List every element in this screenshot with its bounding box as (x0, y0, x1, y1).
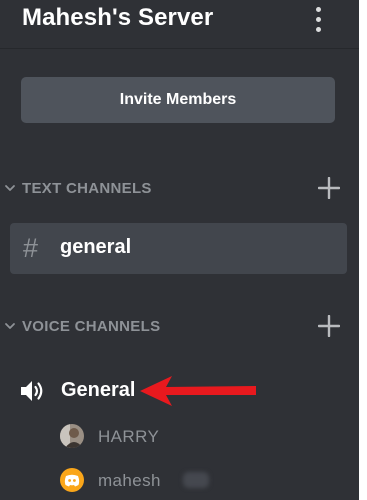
plus-icon[interactable] (318, 315, 340, 337)
discord-logo-avatar (60, 468, 84, 492)
header-divider (0, 48, 359, 49)
voice-user-name: mahesh (98, 471, 161, 490)
avatar (60, 424, 84, 448)
voice-channel-name: General (61, 379, 136, 401)
category-label: TEXT CHANNELS (22, 180, 152, 197)
speaker-icon (21, 381, 43, 401)
plus-icon[interactable] (318, 177, 340, 199)
category-voice-channels[interactable]: VOICE CHANNELS (0, 314, 359, 340)
voice-user-harry[interactable]: HARRY (60, 424, 310, 450)
channel-general[interactable]: # general (10, 223, 347, 274)
blurred-name-segment (183, 472, 209, 488)
chevron-down-icon (5, 323, 15, 329)
hash-icon: # (23, 233, 39, 263)
chevron-down-icon (5, 185, 15, 191)
kebab-menu-icon[interactable] (314, 7, 324, 33)
category-label: VOICE CHANNELS (22, 318, 161, 335)
server-title[interactable]: Mahesh's Server (22, 4, 213, 32)
channel-name: general (60, 236, 132, 258)
voice-user-name: HARRY (98, 427, 160, 446)
invite-members-button[interactable]: Invite Members (21, 77, 335, 123)
channel-sidebar: Mahesh's Server Invite Members TEXT CHAN… (0, 0, 359, 500)
voice-user-mahesh[interactable]: mahesh (60, 468, 310, 494)
category-text-channels[interactable]: TEXT CHANNELS (0, 176, 359, 202)
red-arrow-icon (140, 376, 256, 406)
